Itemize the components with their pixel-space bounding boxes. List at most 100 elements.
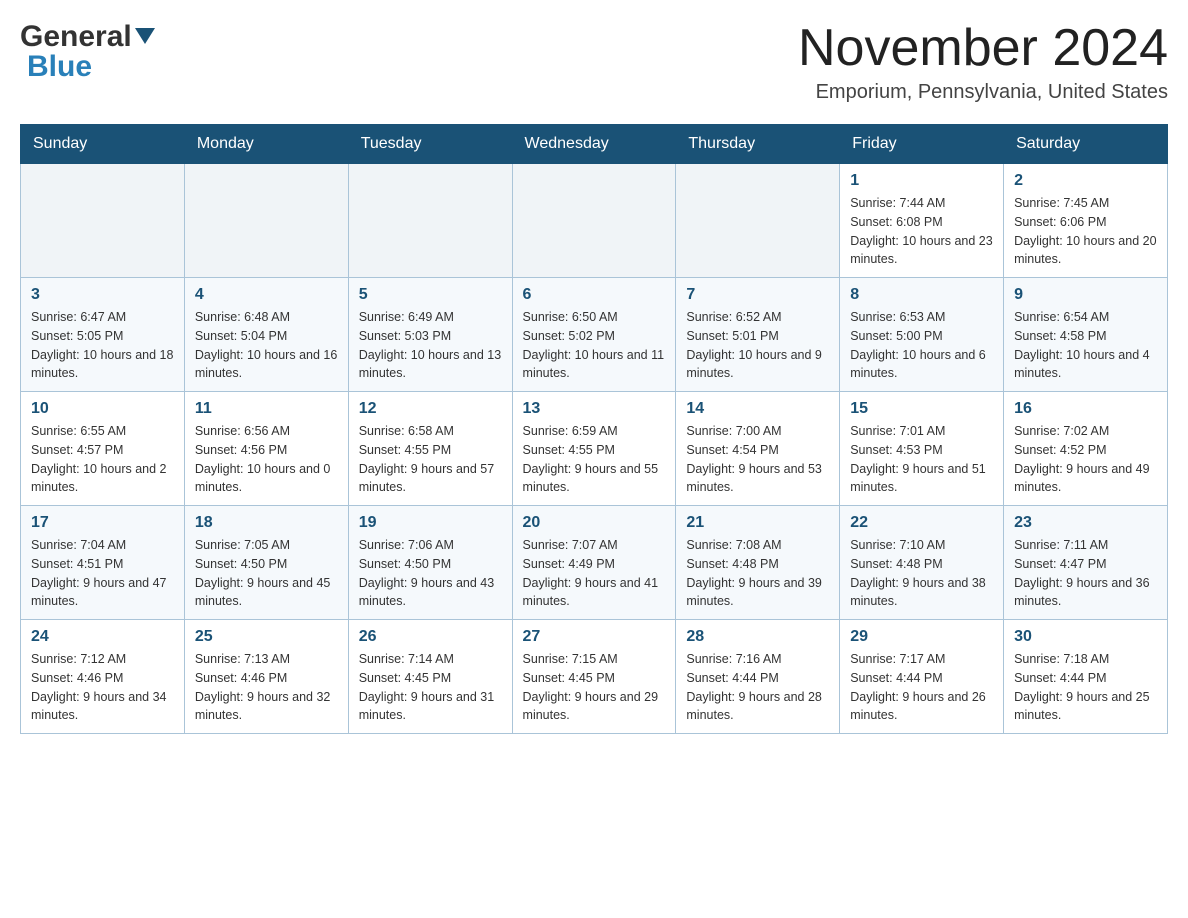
- day-info: Sunrise: 7:01 AMSunset: 4:53 PMDaylight:…: [850, 422, 993, 497]
- calendar-cell: [512, 164, 676, 278]
- day-info: Sunrise: 6:53 AMSunset: 5:00 PMDaylight:…: [850, 308, 993, 383]
- day-number: 14: [686, 400, 829, 418]
- day-number: 12: [359, 400, 502, 418]
- col-wednesday: Wednesday: [512, 125, 676, 164]
- day-info: Sunrise: 6:58 AMSunset: 4:55 PMDaylight:…: [359, 422, 502, 497]
- calendar-week-row: 24 Sunrise: 7:12 AMSunset: 4:46 PMDayligh…: [21, 620, 1168, 734]
- title-section: November 2024 Emporium, Pennsylvania, Un…: [798, 20, 1168, 104]
- col-friday: Friday: [840, 125, 1004, 164]
- calendar-cell: 21 Sunrise: 7:08 AMSunset: 4:48 PMDayligh…: [676, 506, 840, 620]
- day-info: Sunrise: 7:14 AMSunset: 4:45 PMDaylight:…: [359, 650, 502, 725]
- calendar-cell: 15 Sunrise: 7:01 AMSunset: 4:53 PMDayligh…: [840, 392, 1004, 506]
- day-number: 9: [1014, 286, 1157, 304]
- day-number: 28: [686, 628, 829, 646]
- calendar-cell: 10 Sunrise: 6:55 AMSunset: 4:57 PMDayligh…: [21, 392, 185, 506]
- day-info: Sunrise: 7:44 AMSunset: 6:08 PMDaylight:…: [850, 194, 993, 269]
- day-info: Sunrise: 7:00 AMSunset: 4:54 PMDaylight:…: [686, 422, 829, 497]
- logo-triangle-icon: [135, 28, 155, 44]
- calendar-week-row: 17 Sunrise: 7:04 AMSunset: 4:51 PMDayligh…: [21, 506, 1168, 620]
- day-info: Sunrise: 6:55 AMSunset: 4:57 PMDaylight:…: [31, 422, 174, 497]
- logo: General Blue: [20, 20, 155, 84]
- day-number: 21: [686, 514, 829, 532]
- calendar-cell: 30 Sunrise: 7:18 AMSunset: 4:44 PMDayligh…: [1004, 620, 1168, 734]
- calendar-cell: 24 Sunrise: 7:12 AMSunset: 4:46 PMDayligh…: [21, 620, 185, 734]
- calendar-cell: 9 Sunrise: 6:54 AMSunset: 4:58 PMDaylight…: [1004, 278, 1168, 392]
- calendar-cell: 25Sunrise: 7:13 AMSunset: 4:46 PMDayligh…: [184, 620, 348, 734]
- calendar-cell: 23 Sunrise: 7:11 AMSunset: 4:47 PMDayligh…: [1004, 506, 1168, 620]
- calendar-cell: 12 Sunrise: 6:58 AMSunset: 4:55 PMDayligh…: [348, 392, 512, 506]
- calendar-cell: 27Sunrise: 7:15 AMSunset: 4:45 PMDayligh…: [512, 620, 676, 734]
- day-info: Sunrise: 6:56 AMSunset: 4:56 PMDaylight:…: [195, 422, 338, 497]
- day-number: 17: [31, 514, 174, 532]
- calendar-cell: 6 Sunrise: 6:50 AMSunset: 5:02 PMDaylight…: [512, 278, 676, 392]
- day-number: 24: [31, 628, 174, 646]
- day-info: Sunrise: 6:50 AMSunset: 5:02 PMDaylight:…: [523, 308, 666, 383]
- day-number: 3: [31, 286, 174, 304]
- day-number: 13: [523, 400, 666, 418]
- day-number: 18: [195, 514, 338, 532]
- calendar-cell: 1Sunrise: 7:44 AMSunset: 6:08 PMDaylight…: [840, 164, 1004, 278]
- day-number: 7: [686, 286, 829, 304]
- day-number: 4: [195, 286, 338, 304]
- logo-general-text: General: [20, 20, 132, 54]
- day-number: 10: [31, 400, 174, 418]
- calendar-cell: 17 Sunrise: 7:04 AMSunset: 4:51 PMDayligh…: [21, 506, 185, 620]
- page-header: General Blue November 2024 Emporium, Pen…: [20, 20, 1168, 104]
- calendar-cell: 18 Sunrise: 7:05 AMSunset: 4:50 PMDayligh…: [184, 506, 348, 620]
- calendar-table: Sunday Monday Tuesday Wednesday Thursday…: [20, 124, 1168, 734]
- day-info: Sunrise: 7:16 AMSunset: 4:44 PMDaylight:…: [686, 650, 829, 725]
- calendar-cell: 14 Sunrise: 7:00 AMSunset: 4:54 PMDayligh…: [676, 392, 840, 506]
- day-info: Sunrise: 7:08 AMSunset: 4:48 PMDaylight:…: [686, 536, 829, 611]
- calendar-cell: 28 Sunrise: 7:16 AMSunset: 4:44 PMDayligh…: [676, 620, 840, 734]
- day-info: Sunrise: 7:05 AMSunset: 4:50 PMDaylight:…: [195, 536, 338, 611]
- calendar-cell: 7 Sunrise: 6:52 AMSunset: 5:01 PMDaylight…: [676, 278, 840, 392]
- calendar-cell: [184, 164, 348, 278]
- col-monday: Monday: [184, 125, 348, 164]
- calendar-cell: 3 Sunrise: 6:47 AMSunset: 5:05 PMDaylight…: [21, 278, 185, 392]
- day-info: Sunrise: 7:12 AMSunset: 4:46 PMDaylight:…: [31, 650, 174, 725]
- day-info: Sunrise: 6:48 AMSunset: 5:04 PMDaylight:…: [195, 308, 338, 383]
- day-info: Sunrise: 6:52 AMSunset: 5:01 PMDaylight:…: [686, 308, 829, 383]
- day-number: 15: [850, 400, 993, 418]
- day-info: Sunrise: 7:07 AMSunset: 4:49 PMDaylight:…: [523, 536, 666, 611]
- calendar-cell: 5Sunrise: 6:49 AMSunset: 5:03 PMDaylight…: [348, 278, 512, 392]
- day-number: 6: [523, 286, 666, 304]
- calendar-cell: 11Sunrise: 6:56 AMSunset: 4:56 PMDayligh…: [184, 392, 348, 506]
- day-number: 29: [850, 628, 993, 646]
- day-number: 26: [359, 628, 502, 646]
- calendar-cell: [348, 164, 512, 278]
- day-number: 23: [1014, 514, 1157, 532]
- day-info: Sunrise: 7:18 AMSunset: 4:44 PMDaylight:…: [1014, 650, 1157, 725]
- day-info: Sunrise: 6:54 AMSunset: 4:58 PMDaylight:…: [1014, 308, 1157, 383]
- day-info: Sunrise: 6:59 AMSunset: 4:55 PMDaylight:…: [523, 422, 666, 497]
- day-number: 16: [1014, 400, 1157, 418]
- calendar-cell: 8 Sunrise: 6:53 AMSunset: 5:00 PMDaylight…: [840, 278, 1004, 392]
- calendar-cell: [21, 164, 185, 278]
- calendar-cell: 2Sunrise: 7:45 AMSunset: 6:06 PMDaylight…: [1004, 164, 1168, 278]
- calendar-cell: 22Sunrise: 7:10 AMSunset: 4:48 PMDayligh…: [840, 506, 1004, 620]
- day-number: 25: [195, 628, 338, 646]
- calendar-week-row: 3 Sunrise: 6:47 AMSunset: 5:05 PMDaylight…: [21, 278, 1168, 392]
- day-info: Sunrise: 7:10 AMSunset: 4:48 PMDaylight:…: [850, 536, 993, 611]
- calendar-cell: 19Sunrise: 7:06 AMSunset: 4:50 PMDayligh…: [348, 506, 512, 620]
- location-subtitle: Emporium, Pennsylvania, United States: [798, 81, 1168, 104]
- calendar-cell: 4 Sunrise: 6:48 AMSunset: 5:04 PMDaylight…: [184, 278, 348, 392]
- calendar-cell: 29 Sunrise: 7:17 AMSunset: 4:44 PMDayligh…: [840, 620, 1004, 734]
- day-info: Sunrise: 6:47 AMSunset: 5:05 PMDaylight:…: [31, 308, 174, 383]
- day-info: Sunrise: 7:04 AMSunset: 4:51 PMDaylight:…: [31, 536, 174, 611]
- day-info: Sunrise: 7:11 AMSunset: 4:47 PMDaylight:…: [1014, 536, 1157, 611]
- day-number: 30: [1014, 628, 1157, 646]
- calendar-header-row: Sunday Monday Tuesday Wednesday Thursday…: [21, 125, 1168, 164]
- calendar-cell: 16 Sunrise: 7:02 AMSunset: 4:52 PMDayligh…: [1004, 392, 1168, 506]
- calendar-cell: 20 Sunrise: 7:07 AMSunset: 4:49 PMDayligh…: [512, 506, 676, 620]
- month-title: November 2024: [798, 20, 1168, 77]
- day-number: 19: [359, 514, 502, 532]
- day-info: Sunrise: 7:15 AMSunset: 4:45 PMDaylight:…: [523, 650, 666, 725]
- col-saturday: Saturday: [1004, 125, 1168, 164]
- day-info: Sunrise: 7:17 AMSunset: 4:44 PMDaylight:…: [850, 650, 993, 725]
- calendar-week-row: 10 Sunrise: 6:55 AMSunset: 4:57 PMDayligh…: [21, 392, 1168, 506]
- day-number: 20: [523, 514, 666, 532]
- col-sunday: Sunday: [21, 125, 185, 164]
- day-number: 8: [850, 286, 993, 304]
- day-info: Sunrise: 7:02 AMSunset: 4:52 PMDaylight:…: [1014, 422, 1157, 497]
